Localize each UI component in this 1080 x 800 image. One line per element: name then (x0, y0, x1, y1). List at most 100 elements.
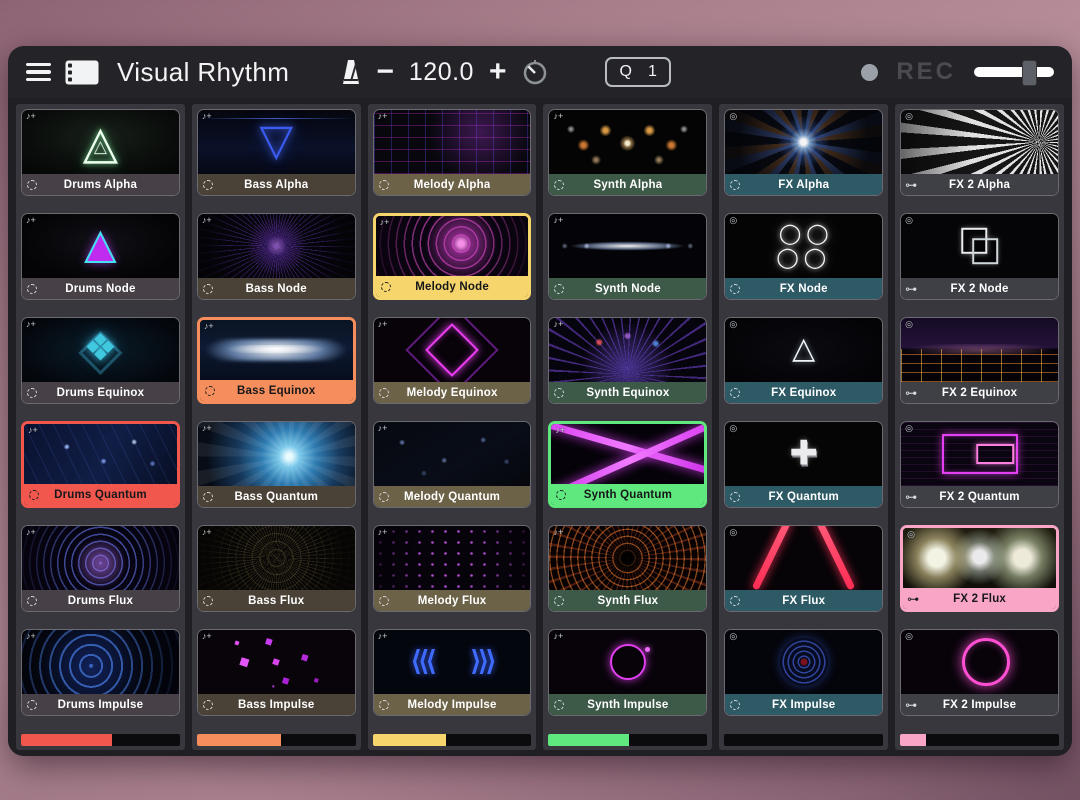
record-indicator[interactable] (861, 64, 878, 81)
clip-cell-melody-equinox[interactable]: ♪+Melody Equinox (373, 317, 532, 404)
clip-cell-synth-equinox[interactable]: ♪+Synth Equinox (548, 317, 707, 404)
timer-icon (379, 596, 389, 606)
clip-cell-melody-impulse[interactable]: ♪+Melody Impulse (373, 629, 532, 716)
clip-cell-bass-impulse[interactable]: ♪+ Bass Impulse (197, 629, 356, 716)
timer-icon (730, 596, 740, 606)
clip-cell-synth-quantum[interactable]: ♪+Synth Quantum (548, 421, 707, 508)
tempo-value[interactable]: 120.0 (409, 58, 474, 87)
film-clip-icon[interactable] (65, 60, 99, 85)
clip-thumbnail: ◎ (901, 422, 1058, 486)
clip-cell-fx2-node[interactable]: ◎⊶FX 2 Node (900, 213, 1059, 300)
clip-label: Melody Impulse (408, 699, 497, 711)
note-plus-icon: ♪+ (26, 320, 36, 329)
clip-cell-drums-node[interactable]: ♪+Drums Node (21, 213, 180, 300)
clip-label: Synth Impulse (587, 699, 668, 711)
clip-label: Synth Alpha (593, 179, 662, 191)
timer-icon (27, 700, 37, 710)
clip-label: Bass Equinox (237, 385, 315, 397)
clip-cell-bass-alpha[interactable]: ♪+Bass Alpha (197, 109, 356, 196)
clip-label: FX 2 Alpha (949, 179, 1010, 191)
note-plus-icon: ♪+ (553, 632, 563, 641)
clip-cell-drums-quantum[interactable]: ♪+ Drums Quantum (21, 421, 180, 508)
note-plus-icon: ♪+ (202, 528, 212, 537)
timer-icon (27, 596, 37, 606)
clip-label-bar: ⊶FX 2 Equinox (901, 382, 1058, 403)
timer-icon (730, 700, 740, 710)
clip-cell-fx-alpha[interactable]: ◎FX Alpha (724, 109, 883, 196)
clip-thumbnail: ◎ (725, 630, 882, 694)
metronome-icon[interactable] (341, 59, 361, 86)
clip-cell-fx-quantum[interactable]: ◎FX Quantum (724, 421, 883, 508)
tempo-increase-button[interactable]: + (487, 57, 509, 87)
clip-cell-melody-quantum[interactable]: ♪+Melody Quantum (373, 421, 532, 508)
clip-label-bar: Bass Equinox (200, 380, 353, 401)
timer-icon (203, 700, 213, 710)
clip-cell-synth-node[interactable]: ♪+Synth Node (548, 213, 707, 300)
clip-cell-drums-equinox[interactable]: ♪+ Drums Equinox (21, 317, 180, 404)
clip-cell-fx-impulse[interactable]: ◎FX Impulse (724, 629, 883, 716)
note-plus-icon: ♪+ (378, 528, 388, 537)
fader-handle[interactable] (1022, 60, 1037, 86)
rec-button[interactable]: REC (896, 58, 956, 86)
clip-label: FX 2 Impulse (943, 699, 1016, 711)
clip-label: Bass Node (246, 283, 307, 295)
clip-thumbnail: ♪+ (198, 630, 355, 694)
clip-cell-fx-equinox[interactable]: ◎FX Equinox (724, 317, 883, 404)
clip-thumbnail: ♪+ (22, 110, 179, 174)
clip-cell-synth-flux[interactable]: ♪+ Synth Flux (548, 525, 707, 612)
clip-cell-bass-flux[interactable]: ♪+Bass Flux (197, 525, 356, 612)
clip-label: Synth Flux (598, 595, 659, 607)
clip-thumbnail: ♪+ (549, 526, 706, 590)
note-plus-icon: ♪+ (553, 528, 563, 537)
column-progress-fill (373, 734, 446, 746)
menu-icon[interactable] (26, 63, 51, 82)
clip-label-bar: Melody Impulse (374, 694, 531, 715)
tap-tempo-dial-icon[interactable] (521, 58, 549, 86)
range-icon: ⊶ (907, 593, 919, 605)
clip-cell-melody-alpha[interactable]: ♪+Melody Alpha (373, 109, 532, 196)
clip-cell-drums-flux[interactable]: ♪+Drums Flux (21, 525, 180, 612)
track-column-synth: ♪+Synth Alpha♪+Synth Node♪+Synth Equinox… (543, 104, 712, 750)
clip-thumbnail: ♪+ (198, 214, 355, 278)
clip-cell-fx-node[interactable]: ◎FX Node (724, 213, 883, 300)
clip-cell-fx-flux[interactable]: ◎FX Flux (724, 525, 883, 612)
clip-cell-drums-alpha[interactable]: ♪+ Drums Alpha (21, 109, 180, 196)
timer-icon (379, 492, 389, 502)
clip-cell-fx2-alpha[interactable]: ◎⊶FX 2 Alpha (900, 109, 1059, 196)
clip-label-bar: Drums Equinox (22, 382, 179, 403)
clip-cell-synth-alpha[interactable]: ♪+Synth Alpha (548, 109, 707, 196)
target-icon: ◎ (905, 320, 913, 329)
clip-label: Melody Node (415, 281, 489, 293)
clip-label: Drums Quantum (54, 489, 147, 501)
note-plus-icon: ♪+ (204, 322, 214, 331)
note-plus-icon: ♪+ (28, 426, 38, 435)
clip-cell-drums-impulse[interactable]: ♪+Drums Impulse (21, 629, 180, 716)
clip-label-bar: Drums Alpha (22, 174, 179, 195)
timer-icon (205, 386, 215, 396)
master-fader[interactable] (974, 59, 1054, 85)
record-cluster: REC (861, 58, 1054, 86)
clip-label: Bass Impulse (238, 699, 315, 711)
clip-cell-bass-node[interactable]: ♪+ Bass Node (197, 213, 356, 300)
clip-cell-melody-node[interactable]: ♪+Melody Node (373, 213, 532, 300)
clip-label: Drums Alpha (64, 179, 137, 191)
clip-label-bar: Melody Equinox (374, 382, 531, 403)
clip-cell-bass-quantum[interactable]: ♪+Bass Quantum (197, 421, 356, 508)
clip-cell-fx2-flux[interactable]: ◎⊶FX 2 Flux (900, 525, 1059, 612)
column-progress-meter (548, 734, 707, 746)
clip-cell-bass-equinox[interactable]: ♪+ Bass Equinox (197, 317, 356, 404)
clip-cell-fx2-quantum[interactable]: ◎⊶FX 2 Quantum (900, 421, 1059, 508)
clip-cell-synth-impulse[interactable]: ♪+ Synth Impulse (548, 629, 707, 716)
clip-cell-fx2-impulse[interactable]: ◎⊶FX 2 Impulse (900, 629, 1059, 716)
clip-cell-fx2-equinox[interactable]: ◎ ⊶FX 2 Equinox (900, 317, 1059, 404)
clip-thumbnail: ◎ (901, 630, 1058, 694)
note-plus-icon: ♪+ (378, 424, 388, 433)
clip-label-bar: ⊶FX 2 Flux (903, 588, 1056, 609)
clip-thumbnail: ◎ (903, 528, 1056, 588)
note-plus-icon: ♪+ (378, 112, 388, 121)
app-window: Visual Rhythm − 120.0 + Q (8, 46, 1072, 756)
tempo-decrease-button[interactable]: − (374, 57, 396, 87)
timer-icon (730, 492, 740, 502)
clip-cell-melody-flux[interactable]: ♪+Melody Flux (373, 525, 532, 612)
quantize-control[interactable]: Q 1 (605, 57, 670, 87)
